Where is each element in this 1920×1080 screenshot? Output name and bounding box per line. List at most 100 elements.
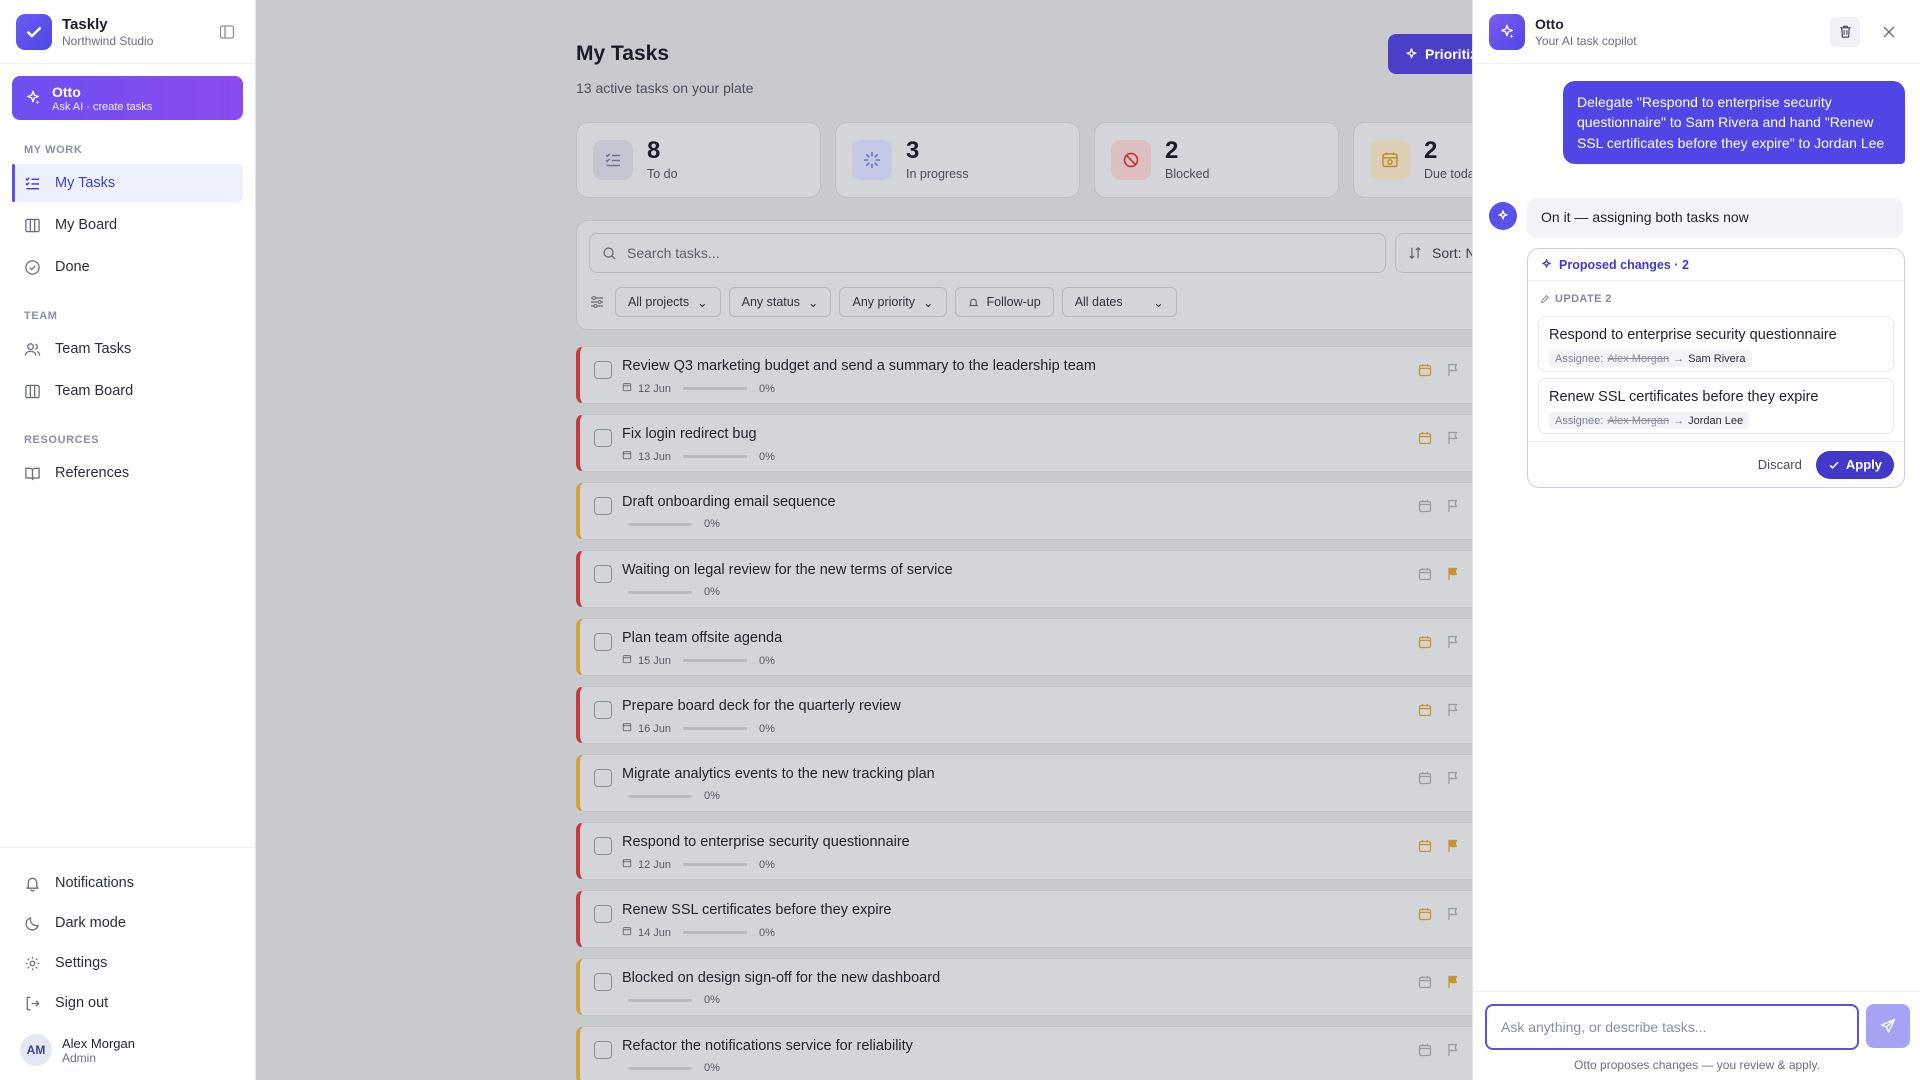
flag-icon[interactable]	[1446, 567, 1460, 584]
sidebar-item-settings[interactable]: Settings	[12, 944, 243, 982]
task-checkbox[interactable]	[594, 905, 612, 923]
flag-icon[interactable]	[1446, 1043, 1460, 1060]
chip-label: All dates	[1074, 295, 1123, 309]
flag-icon[interactable]	[1446, 499, 1460, 516]
task-checkbox[interactable]	[594, 1041, 612, 1059]
flag-icon[interactable]	[1446, 771, 1460, 788]
due-date-icon[interactable]	[1418, 499, 1432, 516]
task-row[interactable]: Renew SSL certificates before they expir…	[576, 890, 1537, 948]
sidebar-item-sign-out[interactable]: Sign out	[12, 984, 243, 1022]
discard-button[interactable]: Discard	[1758, 457, 1802, 472]
calendar-icon	[622, 450, 632, 463]
task-row[interactable]: Plan team offsite agenda 15 Jun 0%	[576, 618, 1537, 676]
chat-input[interactable]: Ask anything, or describe tasks...	[1485, 1004, 1859, 1050]
task-checkbox[interactable]	[594, 497, 612, 515]
proposed-change-item[interactable]: Respond to enterprise security questionn…	[1538, 316, 1894, 372]
follow-up-filter[interactable]: Follow-up	[954, 287, 1054, 317]
priority-filter[interactable]: Any priority ⌄	[839, 287, 947, 317]
due-date-icon[interactable]	[1418, 431, 1432, 448]
chip-label: Follow-up	[986, 295, 1041, 309]
otto-launcher-button[interactable]: Otto Ask AI · create tasks	[12, 76, 243, 120]
chip-label: Any priority	[852, 295, 916, 309]
flag-icon[interactable]	[1446, 839, 1460, 856]
filter-sliders-icon[interactable]	[589, 294, 605, 310]
task-checkbox[interactable]	[594, 565, 612, 583]
task-checkbox[interactable]	[594, 361, 612, 379]
clear-chat-button[interactable]	[1830, 16, 1860, 47]
sidebar-item-my-tasks[interactable]: My Tasks	[12, 164, 243, 202]
dates-filter[interactable]: All dates ⌄	[1061, 287, 1177, 317]
task-row[interactable]: Waiting on legal review for the new term…	[576, 550, 1537, 608]
sidebar-item-label: Settings	[55, 955, 108, 971]
collapse-sidebar-icon[interactable]	[215, 20, 239, 44]
status-filter[interactable]: Any status ⌄	[728, 287, 832, 317]
task-checkbox[interactable]	[594, 769, 612, 787]
page-subtitle: 13 active tasks on your plate	[576, 80, 754, 96]
page-title: My Tasks	[576, 42, 669, 65]
user-profile[interactable]: AM Alex Morgan Admin	[0, 1024, 255, 1080]
task-row[interactable]: Fix login redirect bug 13 Jun 0%	[576, 414, 1537, 472]
task-row[interactable]: Respond to enterprise security questionn…	[576, 822, 1537, 880]
flag-icon[interactable]	[1446, 431, 1460, 448]
sidebar-item-dark-mode[interactable]: Dark mode	[12, 904, 243, 942]
flag-icon[interactable]	[1446, 703, 1460, 720]
sidebar-item-references[interactable]: References	[12, 454, 243, 492]
due-date-icon[interactable]	[1418, 363, 1432, 380]
flag-icon[interactable]	[1446, 975, 1460, 992]
sidebar-item-notifications[interactable]: Notifications	[12, 864, 243, 902]
search-input[interactable]: Search tasks...	[589, 233, 1386, 273]
flag-icon[interactable]	[1446, 907, 1460, 924]
stat-card-in-progress[interactable]: 3 In progress	[835, 122, 1080, 198]
send-button[interactable]	[1866, 1004, 1910, 1048]
sidebar-item-my-board[interactable]: My Board	[12, 206, 243, 244]
task-due-date: 16 Jun	[638, 722, 672, 735]
sidebar-footer: Notifications Dark mode Settings Sign ou…	[0, 847, 255, 1080]
task-checkbox[interactable]	[594, 633, 612, 651]
due-date-icon[interactable]	[1418, 907, 1432, 924]
due-date-icon[interactable]	[1418, 567, 1432, 584]
task-meta: 15 Jun 0%	[622, 654, 775, 667]
due-date-icon[interactable]	[1418, 839, 1432, 856]
due-date-icon[interactable]	[1418, 1043, 1432, 1060]
prioritize-label: Prioritiz	[1425, 46, 1478, 62]
sidebar-item-label: My Board	[55, 217, 118, 233]
projects-filter[interactable]: All projects ⌄	[615, 287, 721, 317]
stat-card-blocked[interactable]: 2 Blocked	[1094, 122, 1339, 198]
task-checkbox[interactable]	[594, 973, 612, 991]
flag-icon[interactable]	[1446, 363, 1460, 380]
due-date-icon[interactable]	[1418, 703, 1432, 720]
board-icon	[25, 218, 40, 232]
list-check-icon	[25, 176, 40, 189]
task-row[interactable]: Blocked on design sign-off for the new d…	[576, 958, 1537, 1016]
taskly-logo-icon	[16, 13, 52, 50]
due-date-icon[interactable]	[1418, 635, 1432, 652]
task-row[interactable]: Prepare board deck for the quarterly rev…	[576, 686, 1537, 744]
sidebar-item-team-tasks[interactable]: Team Tasks	[12, 330, 243, 368]
stat-value: 2	[1165, 137, 1179, 164]
sidebar-item-team-board[interactable]: Team Board	[12, 372, 243, 410]
calendar-icon	[622, 654, 632, 667]
change-field: Assignee:	[1555, 414, 1604, 427]
task-checkbox[interactable]	[594, 429, 612, 447]
task-row[interactable]: Refactor the notifications service for r…	[576, 1026, 1537, 1080]
flag-icon[interactable]	[1446, 635, 1460, 652]
task-checkbox[interactable]	[594, 701, 612, 719]
task-row[interactable]: Draft onboarding email sequence 0%	[576, 482, 1537, 540]
task-checkbox[interactable]	[594, 837, 612, 855]
proposed-change-item[interactable]: Renew SSL certificates before they expir…	[1538, 378, 1894, 434]
check-icon	[1829, 461, 1839, 469]
change-from: Alex Morgan	[1607, 352, 1670, 365]
close-panel-button[interactable]	[1874, 17, 1904, 47]
sidebar-item-done[interactable]: Done	[12, 248, 243, 286]
due-date-icon[interactable]	[1418, 771, 1432, 788]
due-date-icon[interactable]	[1418, 975, 1432, 992]
change-from: Alex Morgan	[1607, 414, 1670, 427]
apply-button[interactable]: Apply	[1815, 450, 1894, 479]
task-meta: 0%	[622, 790, 720, 802]
stat-card-todo[interactable]: 8 To do	[576, 122, 821, 198]
task-due-date: 14 Jun	[638, 926, 672, 939]
chevron-down-icon: ⌄	[923, 295, 934, 310]
task-meta: 0%	[622, 586, 720, 598]
task-row[interactable]: Review Q3 marketing budget and send a su…	[576, 346, 1537, 404]
task-row[interactable]: Migrate analytics events to the new trac…	[576, 754, 1537, 812]
